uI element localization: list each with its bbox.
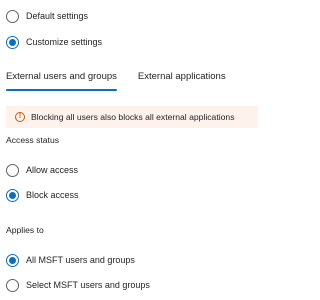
warning-text: Blocking all users also blocks all exter… [31, 112, 235, 122]
select-msft-users-radio[interactable] [6, 278, 19, 292]
allow-access-label: Allow access [26, 165, 79, 175]
tab-bar: External users and groups External appli… [6, 68, 226, 91]
applies-to-label: Applies to [6, 225, 44, 235]
block-access-label: Block access [26, 190, 79, 200]
warning-banner: ! Blocking all users also blocks all ext… [6, 106, 258, 128]
all-msft-users-radio[interactable] [6, 253, 19, 267]
select-msft-users-label: Select MSFT users and groups [26, 280, 150, 290]
block-access-radio[interactable] [6, 188, 19, 202]
allow-access-radio[interactable] [6, 163, 19, 177]
select-msft-users-option[interactable]: Select MSFT users and groups [6, 277, 150, 293]
access-status-label: Access status [6, 135, 60, 145]
customize-settings-label: Customize settings [26, 37, 103, 47]
default-settings-radio[interactable] [6, 9, 19, 23]
customize-settings-radio[interactable] [6, 35, 19, 49]
all-msft-users-label: All MSFT users and groups [26, 255, 135, 265]
tab-external-users-and-groups[interactable]: External users and groups [6, 68, 117, 91]
all-msft-users-option[interactable]: All MSFT users and groups [6, 252, 135, 268]
customize-settings-option[interactable]: Customize settings [6, 34, 102, 50]
allow-access-option[interactable]: Allow access [6, 162, 78, 178]
tab-external-applications[interactable]: External applications [138, 68, 226, 90]
default-settings-label: Default settings [26, 11, 89, 21]
block-access-option[interactable]: Block access [6, 187, 79, 203]
warning-circle-icon: ! [15, 112, 25, 122]
default-settings-option[interactable]: Default settings [6, 8, 88, 24]
